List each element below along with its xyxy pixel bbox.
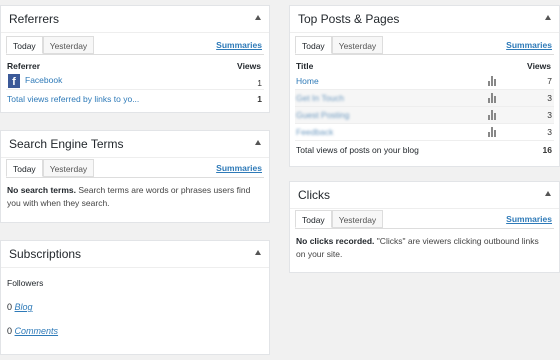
referrer-facebook-link[interactable]: Facebook — [25, 75, 62, 85]
subscriptions-card: Subscriptions Followers 0 Blog 0 Comment… — [0, 240, 270, 355]
total-referred-count: 1 — [257, 94, 262, 104]
table-row: Home 7 — [295, 73, 554, 90]
collapse-toggle-icon[interactable] — [545, 191, 551, 196]
table-row: Get In Touch 3 — [295, 90, 554, 107]
tab-yesterday[interactable]: Yesterday — [42, 159, 95, 177]
subscription-blog-row: 0 Blog — [7, 302, 33, 312]
tab-yesterday[interactable]: Yesterday — [331, 210, 384, 228]
no-search-terms-message: No search terms. Search terms are words … — [7, 184, 259, 210]
title-column-header: Title — [296, 61, 314, 71]
no-clicks-message: No clicks recorded. "Clicks" are viewers… — [296, 235, 549, 261]
referrers-header: Referrers — [1, 6, 269, 33]
post-link-feedback[interactable]: Feedback — [296, 127, 333, 137]
referrers-card: Referrers Today Yesterday Summaries Refer… — [0, 5, 270, 113]
summaries-link[interactable]: Summaries — [216, 40, 262, 50]
subscriptions-title: Subscriptions — [9, 247, 82, 261]
post-link-get-in-touch[interactable]: Get In Touch — [296, 93, 344, 103]
top-posts-title: Top Posts & Pages — [298, 12, 400, 26]
clicks-tabs: Today Yesterday — [295, 210, 384, 229]
collapse-toggle-icon[interactable] — [255, 140, 261, 145]
collapse-toggle-icon[interactable] — [255, 15, 261, 20]
tab-divider — [6, 177, 264, 178]
total-posts-count: 16 — [542, 145, 552, 155]
total-referred-link[interactable]: Total views referred by links to yo... — [7, 94, 139, 104]
table-row: Guest Posting 3 — [295, 107, 554, 124]
tab-divider — [295, 54, 554, 55]
total-row: Total views of posts on your blog 16 — [295, 142, 554, 158]
tab-divider — [295, 228, 554, 229]
comments-count: 0 — [7, 326, 13, 336]
clicks-title: Clicks — [298, 188, 330, 202]
facebook-icon: f — [8, 74, 20, 88]
collapse-toggle-icon[interactable] — [255, 250, 261, 255]
top-posts-tabs: Today Yesterday — [295, 36, 384, 55]
views-count: 3 — [547, 127, 552, 137]
total-row: Total views referred by links to yo... 1 — [6, 91, 264, 107]
summaries-link[interactable]: Summaries — [506, 40, 552, 50]
post-link-home[interactable]: Home — [296, 76, 319, 86]
tab-today[interactable]: Today — [295, 36, 332, 54]
tab-divider — [6, 54, 264, 55]
table-row: Feedback 3 — [295, 124, 554, 141]
subscriptions-header: Subscriptions — [1, 241, 269, 268]
referrers-title: Referrers — [9, 12, 60, 26]
tab-today[interactable]: Today — [295, 210, 332, 228]
blog-link[interactable]: Blog — [15, 302, 33, 312]
referrers-tabs: Today Yesterday — [6, 36, 95, 55]
referrer-column-header: Referrer — [7, 61, 41, 71]
subscription-comments-row: 0 Comments — [7, 326, 58, 336]
chart-icon[interactable] — [488, 93, 498, 103]
search-terms-title: Search Engine Terms — [9, 137, 124, 151]
tab-yesterday[interactable]: Yesterday — [42, 36, 95, 54]
summaries-link[interactable]: Summaries — [216, 163, 262, 173]
message-bold: No clicks recorded. — [296, 236, 375, 246]
search-terms-tabs: Today Yesterday — [6, 159, 95, 178]
followers-label: Followers — [7, 278, 44, 288]
comments-link[interactable]: Comments — [15, 326, 59, 336]
post-link-guest-posting[interactable]: Guest Posting — [296, 110, 349, 120]
tab-today[interactable]: Today — [6, 36, 43, 54]
chart-icon[interactable] — [488, 127, 498, 137]
chart-icon[interactable] — [488, 76, 498, 86]
chart-icon[interactable] — [488, 110, 498, 120]
views-count: 3 — [547, 93, 552, 103]
top-posts-card: Top Posts & Pages Today Yesterday Summari… — [289, 5, 560, 167]
clicks-header: Clicks — [290, 182, 559, 209]
views-count: 1 — [257, 78, 262, 88]
total-posts-label: Total views of posts on your blog — [296, 145, 419, 155]
table-row: f Facebook 1 — [6, 73, 264, 90]
summaries-link[interactable]: Summaries — [506, 214, 552, 224]
tab-yesterday[interactable]: Yesterday — [331, 36, 384, 54]
clicks-card: Clicks Today Yesterday Summaries No click… — [289, 181, 560, 273]
blog-count: 0 — [7, 302, 13, 312]
top-posts-header: Top Posts & Pages — [290, 6, 559, 33]
views-column-header: Views — [527, 61, 551, 71]
message-bold: No search terms. — [7, 185, 76, 195]
collapse-toggle-icon[interactable] — [545, 15, 551, 20]
views-count: 7 — [547, 76, 552, 86]
views-count: 3 — [547, 110, 552, 120]
views-column-header: Views — [237, 61, 261, 71]
tab-today[interactable]: Today — [6, 159, 43, 177]
search-terms-card: Search Engine Terms Today Yesterday Summa… — [0, 130, 270, 223]
search-terms-header: Search Engine Terms — [1, 131, 269, 158]
